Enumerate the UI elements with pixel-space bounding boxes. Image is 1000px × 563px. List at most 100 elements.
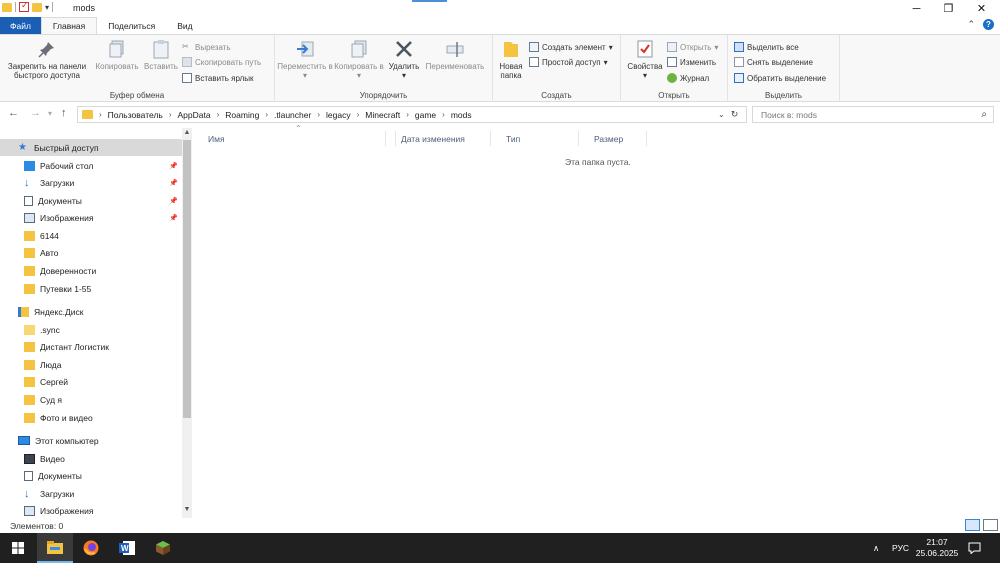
- nav-item-folder[interactable]: .sync: [0, 321, 182, 338]
- taskbar-explorer[interactable]: [37, 533, 73, 563]
- clock-date: 25.06.2025: [915, 548, 959, 558]
- taskbar-firefox[interactable]: [73, 533, 109, 563]
- start-button[interactable]: [0, 533, 36, 563]
- nav-item-desktop[interactable]: Рабочий стол 📌: [0, 157, 182, 174]
- refresh-icon[interactable]: ↻: [731, 109, 739, 120]
- help-icon[interactable]: ?: [983, 19, 994, 30]
- pin-icon[interactable]: 📌: [169, 197, 178, 205]
- paste-shortcut-button[interactable]: Вставить ярлык: [182, 72, 254, 84]
- large-icons-view-icon[interactable]: [983, 519, 998, 531]
- search-icon[interactable]: ⌕: [981, 109, 987, 120]
- nav-item-documents[interactable]: Документы: [0, 467, 182, 484]
- breadcrumb-item[interactable]: .tlauncher: [274, 110, 311, 120]
- rename-button[interactable]: Переименовать: [423, 39, 487, 71]
- nav-item-folder[interactable]: Дистант Логистик: [0, 338, 182, 355]
- easy-access-button[interactable]: Простой доступ ▾: [529, 56, 608, 68]
- title-accent-bar: [412, 0, 447, 2]
- folder-icon[interactable]: [2, 2, 12, 12]
- customize-dropdown-icon[interactable]: ▾: [45, 3, 49, 12]
- search-box[interactable]: Поиск в: mods ⌕: [752, 106, 994, 123]
- pin-icon[interactable]: 📌: [169, 214, 178, 222]
- taskbar-word[interactable]: W: [109, 533, 145, 563]
- new-item-button[interactable]: Создать элемент ▾: [529, 41, 613, 53]
- column-header-size[interactable]: Размер: [579, 131, 647, 146]
- nav-quick-access[interactable]: ★ Быстрый доступ: [0, 139, 182, 156]
- nav-item-folder[interactable]: Сергей: [0, 373, 182, 390]
- nav-item-folder[interactable]: Путевки 1-55: [0, 280, 182, 297]
- file-list[interactable]: ⌃ Имя Дата изменения Тип Размер Эта папк…: [193, 124, 1000, 518]
- address-dropdown-icon[interactable]: ⌄: [718, 110, 725, 119]
- breadcrumb-item[interactable]: Roaming: [225, 110, 259, 120]
- pin-quick-access-button[interactable]: Закрепить на панели быстрого доступа: [2, 39, 92, 80]
- edit-button[interactable]: Изменить: [667, 56, 716, 68]
- properties-label: Свойства: [627, 62, 663, 71]
- column-header-name[interactable]: Имя: [193, 131, 396, 146]
- recent-locations-icon[interactable]: ▾: [48, 109, 52, 118]
- select-none-button[interactable]: Снять выделение: [734, 56, 813, 68]
- new-folder-icon[interactable]: [32, 2, 42, 12]
- nav-item-pictures[interactable]: Изображения: [0, 502, 182, 518]
- collapse-ribbon-icon[interactable]: ⌃: [967, 19, 975, 30]
- taskbar-minecraft[interactable]: [145, 533, 181, 563]
- copy-to-button[interactable]: Копировать в ▾: [333, 39, 385, 80]
- breadcrumb-item[interactable]: game: [415, 110, 436, 120]
- close-button[interactable]: ✕: [965, 0, 998, 17]
- breadcrumb-item[interactable]: legacy: [326, 110, 351, 120]
- pin-icon[interactable]: 📌: [169, 162, 178, 170]
- scroll-down-icon[interactable]: ▼: [182, 506, 192, 513]
- open-button[interactable]: Открыть ▾: [667, 41, 718, 53]
- column-header-date[interactable]: Дата изменения: [385, 131, 491, 146]
- pin-icon[interactable]: 📌: [169, 179, 178, 187]
- tray-overflow-icon[interactable]: ∧: [873, 533, 879, 563]
- properties-icon[interactable]: [19, 0, 29, 12]
- nav-scrollbar[interactable]: ▲ ▼: [182, 128, 192, 518]
- column-header-type[interactable]: Тип: [491, 131, 579, 146]
- scrollbar-thumb[interactable]: [183, 140, 191, 418]
- language-indicator[interactable]: РУС: [892, 533, 909, 563]
- nav-item-folder[interactable]: 6144: [0, 227, 182, 244]
- nav-this-pc[interactable]: Этот компьютер: [0, 432, 182, 449]
- tab-home[interactable]: Главная: [40, 17, 98, 34]
- cut-button[interactable]: ✂ Вырезать: [182, 41, 231, 53]
- address-bar[interactable]: › Пользователь › AppData › Roaming › .tl…: [77, 106, 747, 123]
- invert-selection-button[interactable]: Обратить выделение: [734, 72, 826, 84]
- tab-share[interactable]: Поделиться: [97, 17, 166, 34]
- history-button[interactable]: Журнал: [667, 72, 709, 84]
- nav-yandex-disk[interactable]: Яндекс.Диск: [0, 303, 182, 320]
- clock[interactable]: 21:07 25.06.2025: [915, 533, 959, 563]
- nav-item-folder[interactable]: Доверенности: [0, 262, 182, 279]
- delete-button[interactable]: Удалить ▾: [385, 39, 423, 80]
- nav-item-downloads[interactable]: ↓ Загрузки: [0, 485, 182, 502]
- nav-item-documents[interactable]: Документы 📌: [0, 192, 182, 209]
- notifications-button[interactable]: [968, 533, 981, 563]
- nav-item-folder[interactable]: Суд я: [0, 391, 182, 408]
- breadcrumb-item[interactable]: AppData: [178, 110, 211, 120]
- copy-path-button[interactable]: Скопировать путь: [182, 56, 261, 68]
- tab-view[interactable]: Вид: [166, 17, 203, 34]
- select-all-button[interactable]: Выделить все: [734, 41, 799, 53]
- tab-file[interactable]: Файл: [0, 17, 41, 34]
- scroll-up-icon[interactable]: ▲: [182, 129, 192, 136]
- nav-item-videos[interactable]: Видео: [0, 450, 182, 467]
- breadcrumb-item[interactable]: mods: [451, 110, 472, 120]
- search-input[interactable]: Поиск в: mods: [761, 110, 817, 120]
- paste-button[interactable]: Вставить: [142, 39, 180, 71]
- nav-item-folder[interactable]: Люда: [0, 356, 182, 373]
- nav-item-downloads[interactable]: ↓ Загрузки 📌: [0, 174, 182, 191]
- nav-label: Загрузки: [40, 177, 75, 188]
- new-folder-button[interactable]: Новая папка: [495, 39, 527, 80]
- up-arrow-icon[interactable]: ↑: [61, 107, 67, 119]
- breadcrumb-item[interactable]: Пользователь: [108, 110, 163, 120]
- copy-button[interactable]: Копировать: [92, 39, 142, 71]
- move-to-button[interactable]: Переместить в ▾: [277, 39, 333, 80]
- forward-arrow-icon[interactable]: →: [30, 107, 41, 119]
- breadcrumb-item[interactable]: Minecraft: [365, 110, 400, 120]
- properties-button[interactable]: Свойства ▾: [625, 39, 665, 80]
- details-view-icon[interactable]: [965, 519, 980, 531]
- nav-item-pictures[interactable]: Изображения 📌: [0, 209, 182, 226]
- nav-item-folder[interactable]: Фото и видео: [0, 409, 182, 426]
- nav-item-folder[interactable]: Авто: [0, 244, 182, 261]
- minimize-button[interactable]: ─: [900, 0, 933, 17]
- maximize-button[interactable]: ❐: [932, 0, 965, 17]
- back-arrow-icon[interactable]: ←: [8, 107, 19, 119]
